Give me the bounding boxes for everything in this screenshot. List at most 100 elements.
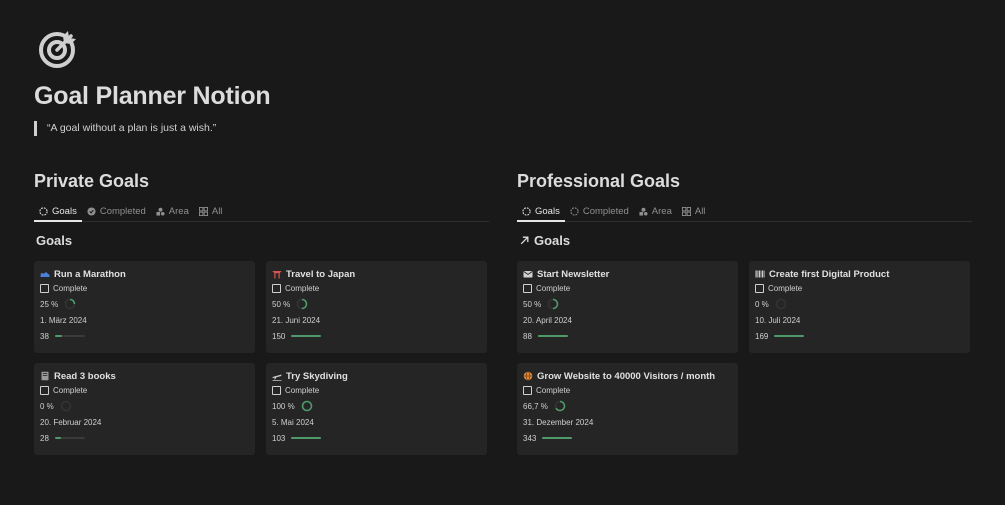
progress-row: 25 %: [40, 296, 249, 312]
tab-all[interactable]: All: [677, 202, 711, 222]
due-date: 31. Dezember 2024: [523, 417, 594, 427]
progress-percent: 50 %: [523, 299, 542, 309]
goal-card[interactable]: Travel to Japan Complete 50 % 21. Juni 2…: [266, 261, 487, 353]
progress-row: 50 %: [523, 296, 732, 312]
due-date-row: 5. Mai 2024: [272, 414, 481, 430]
complete-checkbox[interactable]: [40, 385, 49, 395]
days-bar-fill: [54, 437, 61, 439]
card-title-text: Grow Website to 40000 Visitors / month: [537, 370, 716, 382]
tab-goals[interactable]: Goals: [34, 202, 82, 222]
grid-icon: [681, 207, 691, 216]
tab-area[interactable]: Area: [151, 202, 194, 222]
days-bar-fill: [291, 437, 322, 439]
progress-percent: 0 %: [40, 401, 54, 411]
tab-area[interactable]: Area: [634, 202, 677, 222]
due-date-row: 20. April 2024: [523, 312, 732, 328]
progress-ring: [554, 400, 566, 412]
goal-card[interactable]: Run a Marathon Complete 25 % 1. März 202…: [34, 261, 255, 353]
due-date-row: 10. Juli 2024: [755, 312, 964, 328]
due-date: 20. Februar 2024: [40, 417, 102, 427]
complete-row: Complete: [272, 382, 481, 398]
progress-percent: 0 %: [755, 299, 769, 309]
progress-row: 0 %: [755, 296, 964, 312]
progress-percent: 66,7 %: [523, 401, 548, 411]
card-title-text: Create first Digital Product: [769, 268, 890, 280]
arrow-up-right-icon: [520, 236, 529, 244]
due-date-row: 20. Februar 2024: [40, 414, 249, 430]
days-row: 150: [272, 328, 481, 344]
days-count: 343: [523, 433, 537, 443]
tab-label: All: [694, 206, 706, 217]
days-bar: [542, 437, 573, 439]
running-shoe-icon: [40, 269, 50, 279]
professional-goals-section: Professional Goals Goals Completed Area …: [517, 171, 972, 455]
tab-completed[interactable]: Completed: [565, 202, 634, 222]
goal-card[interactable]: Read 3 books Complete 0 % 20. Februar 20…: [34, 363, 255, 455]
complete-label: Complete: [285, 385, 320, 395]
complete-row: Complete: [523, 280, 732, 296]
goal-card[interactable]: Grow Website to 40000 Visitors / month C…: [517, 363, 738, 455]
section-title: Professional Goals: [517, 171, 681, 191]
tab-completed[interactable]: Completed: [82, 202, 151, 222]
card-grid: Start Newsletter Complete 50 % 20. April…: [517, 261, 972, 455]
complete-row: Complete: [755, 280, 964, 296]
card-title-text: Travel to Japan: [286, 268, 356, 280]
complete-label: Complete: [53, 283, 88, 293]
globe-icon: [523, 371, 533, 381]
complete-checkbox[interactable]: [40, 283, 49, 293]
view-title: Goals: [36, 232, 73, 248]
days-bar-fill: [542, 437, 573, 439]
days-count: 169: [755, 331, 769, 341]
complete-checkbox[interactable]: [523, 283, 532, 293]
barcode-icon: [755, 269, 765, 279]
dashed-circle-icon: [522, 206, 531, 216]
progress-ring: [296, 298, 308, 310]
progress-ring: [775, 298, 787, 310]
complete-checkbox[interactable]: [755, 283, 764, 293]
days-row: 28: [40, 430, 249, 446]
private-goals-section: Private Goals Goals Completed Area All G…: [34, 171, 489, 455]
complete-checkbox[interactable]: [523, 385, 532, 395]
goal-card[interactable]: Create first Digital Product Complete 0 …: [749, 261, 970, 353]
check-circle-icon: [87, 207, 96, 216]
complete-row: Complete: [523, 382, 732, 398]
shapes-icon: [639, 207, 648, 216]
envelope-icon: [523, 269, 533, 279]
due-date-row: 1. März 2024: [40, 312, 249, 328]
goal-card[interactable]: Try Skydiving Complete 100 % 5. Mai 2024…: [266, 363, 487, 455]
complete-label: Complete: [53, 385, 88, 395]
tab-goals[interactable]: Goals: [517, 202, 565, 222]
days-bar-fill: [54, 335, 63, 337]
due-date: 20. April 2024: [523, 315, 572, 325]
days-row: 103: [272, 430, 481, 446]
tab-label: All: [211, 206, 223, 217]
days-bar: [54, 437, 85, 439]
card-title-text: Try Skydiving: [286, 370, 348, 382]
days-row: 169: [755, 328, 964, 344]
complete-label: Complete: [285, 283, 320, 293]
days-bar-fill: [537, 335, 568, 337]
tab-all[interactable]: All: [194, 202, 228, 222]
days-count: 103: [272, 433, 286, 443]
complete-label: Complete: [536, 385, 571, 395]
tab-label: Completed: [99, 206, 146, 217]
complete-checkbox[interactable]: [272, 283, 281, 293]
progress-percent: 50 %: [272, 299, 291, 309]
view-tabs: Goals Completed Area All: [517, 202, 972, 222]
complete-checkbox[interactable]: [272, 385, 281, 395]
days-count: 150: [272, 331, 286, 341]
complete-label: Complete: [768, 283, 803, 293]
view-title: Goals: [517, 232, 972, 248]
card-title: Run a Marathon: [40, 268, 249, 280]
tab-label: Area: [168, 206, 189, 217]
progress-row: 100 %: [272, 398, 481, 414]
days-row: 343: [523, 430, 732, 446]
days-count: 38: [40, 331, 49, 341]
progress-row: 0 %: [40, 398, 249, 414]
complete-row: Complete: [40, 382, 249, 398]
goal-card[interactable]: Start Newsletter Complete 50 % 20. April…: [517, 261, 738, 353]
complete-row: Complete: [40, 280, 249, 296]
progress-ring: [301, 400, 312, 412]
card-title: Start Newsletter: [523, 268, 732, 280]
complete-label: Complete: [536, 283, 571, 293]
